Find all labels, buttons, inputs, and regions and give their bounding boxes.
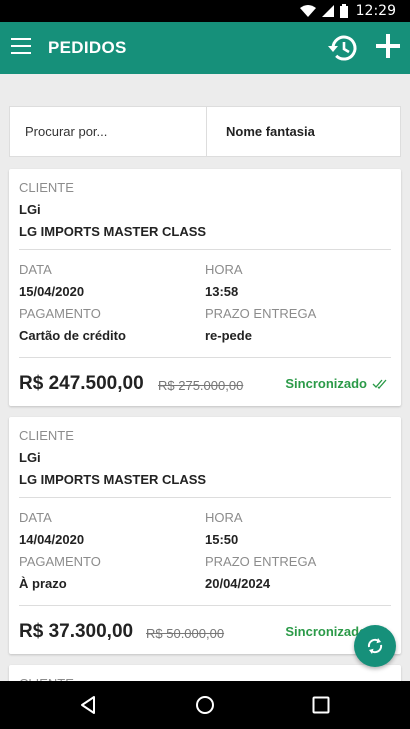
search-bar: Procurar por... Nome fantasia [9,106,401,157]
app-bar: PEDIDOS [0,22,410,74]
payment-label: PAGAMENTO [19,554,101,569]
back-icon[interactable] [79,695,99,715]
client-code: LGi [19,202,41,217]
divider [19,497,391,498]
sync-status: Sincronizado [285,376,367,391]
signal-icon [322,5,334,17]
order-date: 14/04/2020 [19,532,85,547]
delivery-value: 20/04/2024 [205,576,271,591]
delivery-label: PRAZO ENTREGA [205,554,317,569]
client-label: CLIENTE [19,180,74,195]
date-label: DATA [19,262,52,277]
recent-apps-icon[interactable] [311,695,331,715]
order-card[interactable]: CLIENTE LGi LG IMPORTS MASTER CLASS DATA… [9,417,401,654]
order-card[interactable]: CLIENTE LGi LG IMPORTS MASTER CLASS DATA… [9,169,401,406]
order-original-total: R$ 50.000,00 [146,626,225,641]
wifi-icon [300,5,316,17]
client-name: LG IMPORTS MASTER CLASS [19,224,207,239]
order-total: R$ 37.300,00 [19,621,134,642]
payment-label: PAGAMENTO [19,306,101,321]
search-filter-select[interactable]: Nome fantasia [207,107,400,156]
menu-icon[interactable] [11,38,31,54]
sync-icon [367,638,383,654]
double-check-icon [372,379,387,389]
client-label: CLIENTE [19,428,74,443]
time-label: HORA [205,510,243,525]
battery-icon [340,4,348,18]
order-date: 15/04/2020 [19,284,85,299]
add-icon[interactable] [374,32,402,60]
page-title: PEDIDOS [48,38,127,57]
divider [19,605,391,606]
order-time: 13:58 [205,284,239,299]
client-code: LGi [19,450,41,465]
search-input[interactable]: Procurar por... [10,107,207,156]
status-time: 12:29 [355,3,396,19]
status-bar: 12:29 [0,0,410,22]
sync-button[interactable] [354,625,396,667]
home-icon[interactable] [195,695,215,715]
status-icons [300,4,348,18]
navigation-bar [0,681,410,729]
client-name: LG IMPORTS MASTER CLASS [19,472,207,487]
delivery-value: re-pede [205,328,252,343]
delivery-label: PRAZO ENTREGA [205,306,317,321]
date-label: DATA [19,510,52,525]
order-time: 15:50 [205,532,239,547]
divider [19,249,391,250]
order-total: R$ 247.500,00 [19,373,144,394]
time-label: HORA [205,262,243,277]
payment-value: Cartão de crédito [19,328,126,343]
divider [19,357,391,358]
payment-value: À prazo [19,576,67,591]
history-icon[interactable] [327,32,359,64]
order-original-total: R$ 275.000,00 [158,378,244,393]
